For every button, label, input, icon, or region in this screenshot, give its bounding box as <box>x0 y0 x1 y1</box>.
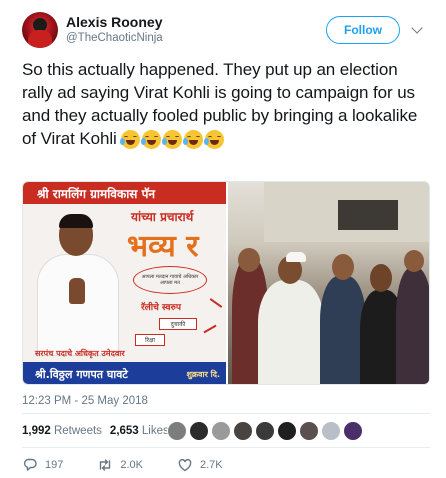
avatar[interactable] <box>167 421 187 441</box>
avatar[interactable] <box>343 421 363 441</box>
face-with-tears-of-joy-icon <box>183 130 204 150</box>
poster-big-text: भव्य र <box>127 229 199 264</box>
chevron-down-icon[interactable] <box>411 22 423 34</box>
avatar[interactable] <box>22 12 58 48</box>
display-name[interactable]: Alexis Rooney <box>66 14 162 30</box>
poster-footer-right: शुक्रवार दि. <box>186 369 220 379</box>
likes-stat[interactable]: 2,653 Likes <box>110 425 169 437</box>
poster-candidate-figure <box>29 206 125 356</box>
retweet-count: 2.0K <box>120 459 143 471</box>
reply-count: 197 <box>45 459 64 471</box>
avatar[interactable] <box>321 421 341 441</box>
retweets-label: Retweets <box>53 425 102 437</box>
follow-button[interactable]: Follow <box>326 16 400 44</box>
tweet-stats: 1,992 Retweets 2,653 Likes <box>22 425 169 437</box>
photo-face <box>404 250 424 272</box>
poster-arrow-icon <box>203 324 217 334</box>
poster-image[interactable]: श्री रामलिंग ग्रामविकास पॅन यांच्या प्रच… <box>23 182 226 384</box>
avatar[interactable] <box>255 421 275 441</box>
poster-footer-bar: श्री.विठ्ठल गणपत घावटे शुक्रवार दि. <box>23 362 226 384</box>
like-action[interactable]: 2.7K <box>177 457 223 473</box>
emoji-row <box>120 130 225 150</box>
likes-count: 2,653 <box>109 425 139 437</box>
poster-box-2: रिक्षा <box>135 334 165 346</box>
poster-subtitle: यांच्या प्रचारार्थ <box>131 210 194 224</box>
liker-avatars <box>167 421 363 441</box>
face-with-tears-of-joy-icon <box>162 130 183 150</box>
photo-face <box>370 264 392 292</box>
face-with-tears-of-joy-icon <box>141 130 162 150</box>
user-handle[interactable]: @TheChaoticNinja <box>66 32 163 44</box>
poster-box-1: दुचाकी <box>159 318 197 330</box>
tweet-actions: 197 2.0K 2.7K <box>22 457 257 473</box>
crowd-photo[interactable] <box>228 182 429 384</box>
retweets-stat[interactable]: 1,992 Retweets <box>22 425 102 437</box>
retweet-icon <box>100 459 111 471</box>
photo-face <box>238 248 260 272</box>
poster-tag: रॅलीचे स्वरुप <box>141 303 181 313</box>
poster-footer-line1: सरपंच पदाचे अधिकृत उमेदवार <box>35 349 125 358</box>
retweet-action[interactable]: 2.0K <box>97 457 143 473</box>
photo-person <box>258 280 324 384</box>
photo-person <box>396 268 429 384</box>
avatar-body-shape <box>28 30 52 48</box>
tweet-timestamp[interactable]: 12:23 PM - 25 May 2018 <box>22 395 148 407</box>
face-with-tears-of-joy-icon <box>120 130 141 150</box>
avatar[interactable] <box>277 421 297 441</box>
poster-banner: श्री रामलिंग ग्रामविकास पॅन <box>23 182 226 204</box>
poster-footer-line2: श्री.विठ्ठल गणपत घावटे <box>35 367 128 381</box>
tweet-text: So this actually happened. They put up a… <box>22 58 430 150</box>
photo-person <box>286 252 306 262</box>
avatar[interactable] <box>233 421 253 441</box>
poster-bubble: आपला मतदान गावाचे अधिकार आपला मत <box>133 266 207 294</box>
photo-window <box>338 200 398 230</box>
face-with-tears-of-joy-icon <box>204 130 225 150</box>
heart-icon <box>178 458 192 472</box>
divider <box>22 413 430 414</box>
tweet-card: Alexis Rooney @TheChaoticNinja Follow So… <box>0 0 446 478</box>
avatar[interactable] <box>299 421 319 441</box>
avatar[interactable] <box>211 421 231 441</box>
likes-label: Likes <box>141 425 169 437</box>
reply-action[interactable]: 197 <box>22 457 63 473</box>
like-count: 2.7K <box>200 459 223 471</box>
tweet-media[interactable]: श्री रामलिंग ग्रामविकास पॅन यांच्या प्रच… <box>22 181 430 385</box>
retweets-count: 1,992 <box>22 425 51 437</box>
photo-face <box>332 254 354 280</box>
divider <box>22 447 430 448</box>
poster-arrow-icon <box>209 298 223 308</box>
avatar[interactable] <box>189 421 209 441</box>
reply-icon <box>23 458 37 471</box>
